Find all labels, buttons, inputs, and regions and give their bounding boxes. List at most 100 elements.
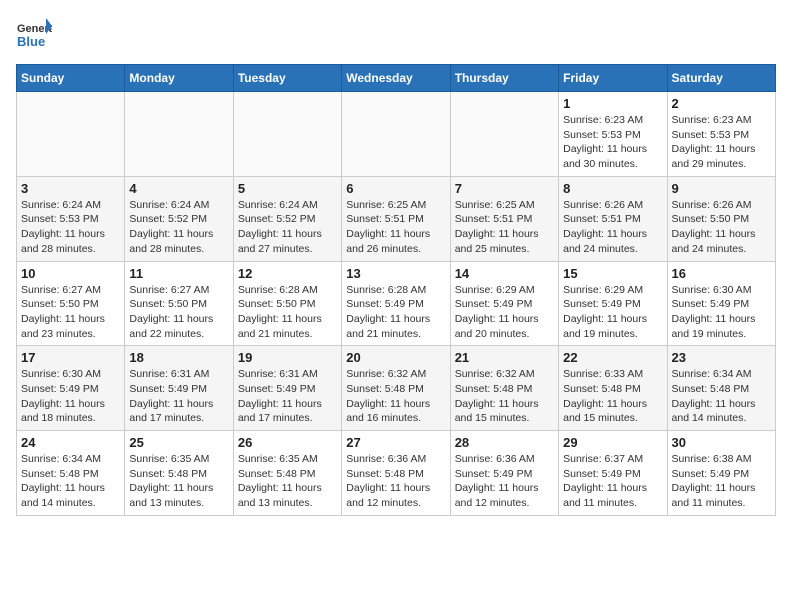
dow-monday: Monday: [125, 65, 233, 92]
day-info: Sunrise: 6:34 AM Sunset: 5:48 PM Dayligh…: [672, 367, 771, 426]
calendar-cell: 5 Sunrise: 6:24 AM Sunset: 5:52 PM Daylig…: [233, 176, 341, 261]
day-number: 8: [563, 181, 662, 196]
calendar-cell: 26 Sunrise: 6:35 AM Sunset: 5:48 PM Dayli…: [233, 431, 341, 516]
day-info: Sunrise: 6:23 AM Sunset: 5:53 PM Dayligh…: [672, 113, 771, 172]
day-number: 22: [563, 350, 662, 365]
day-info: Sunrise: 6:27 AM Sunset: 5:50 PM Dayligh…: [21, 283, 120, 342]
calendar-cell: 13 Sunrise: 6:28 AM Sunset: 5:49 PM Dayli…: [342, 261, 450, 346]
day-number: 2: [672, 96, 771, 111]
day-number: 9: [672, 181, 771, 196]
day-info: Sunrise: 6:30 AM Sunset: 5:49 PM Dayligh…: [672, 283, 771, 342]
day-number: 18: [129, 350, 228, 365]
day-number: 15: [563, 266, 662, 281]
calendar-cell: 28 Sunrise: 6:36 AM Sunset: 5:49 PM Dayli…: [450, 431, 558, 516]
day-info: Sunrise: 6:38 AM Sunset: 5:49 PM Dayligh…: [672, 452, 771, 511]
day-info: Sunrise: 6:25 AM Sunset: 5:51 PM Dayligh…: [346, 198, 445, 257]
calendar-cell: 22 Sunrise: 6:33 AM Sunset: 5:48 PM Dayli…: [559, 346, 667, 431]
day-info: Sunrise: 6:23 AM Sunset: 5:53 PM Dayligh…: [563, 113, 662, 172]
calendar-cell: 24 Sunrise: 6:34 AM Sunset: 5:48 PM Dayli…: [17, 431, 125, 516]
calendar-cell: 14Sunrise: 6:29 AM Sunset: 5:49 PM Dayli…: [450, 261, 558, 346]
day-number: 10: [21, 266, 120, 281]
day-number: 27: [346, 435, 445, 450]
calendar-cell: 17Sunrise: 6:30 AM Sunset: 5:49 PM Dayli…: [17, 346, 125, 431]
svg-text:Blue: Blue: [17, 34, 45, 49]
page-header: General Blue: [16, 16, 776, 52]
day-info: Sunrise: 6:26 AM Sunset: 5:51 PM Dayligh…: [563, 198, 662, 257]
dow-sunday: Sunday: [17, 65, 125, 92]
calendar-cell: 11 Sunrise: 6:27 AM Sunset: 5:50 PM Dayli…: [125, 261, 233, 346]
calendar-cell: 1 Sunrise: 6:23 AM Sunset: 5:53 PM Daylig…: [559, 92, 667, 177]
calendar-cell: 27 Sunrise: 6:36 AM Sunset: 5:48 PM Dayli…: [342, 431, 450, 516]
day-info: Sunrise: 6:35 AM Sunset: 5:48 PM Dayligh…: [129, 452, 228, 511]
calendar-cell: [233, 92, 341, 177]
calendar-cell: 2 Sunrise: 6:23 AM Sunset: 5:53 PM Daylig…: [667, 92, 775, 177]
calendar-cell: 16 Sunrise: 6:30 AM Sunset: 5:49 PM Dayli…: [667, 261, 775, 346]
day-info: Sunrise: 6:24 AM Sunset: 5:52 PM Dayligh…: [238, 198, 337, 257]
day-info: Sunrise: 6:32 AM Sunset: 5:48 PM Dayligh…: [346, 367, 445, 426]
calendar-table: SundayMondayTuesdayWednesdayThursdayFrid…: [16, 64, 776, 516]
day-number: 16: [672, 266, 771, 281]
day-number: 20: [346, 350, 445, 365]
day-number: 13: [346, 266, 445, 281]
day-info: Sunrise: 6:26 AM Sunset: 5:50 PM Dayligh…: [672, 198, 771, 257]
day-info: Sunrise: 6:36 AM Sunset: 5:49 PM Dayligh…: [455, 452, 554, 511]
day-number: 19: [238, 350, 337, 365]
day-info: Sunrise: 6:31 AM Sunset: 5:49 PM Dayligh…: [238, 367, 337, 426]
calendar-cell: 20 Sunrise: 6:32 AM Sunset: 5:48 PM Dayli…: [342, 346, 450, 431]
calendar-cell: 4 Sunrise: 6:24 AM Sunset: 5:52 PM Daylig…: [125, 176, 233, 261]
day-info: Sunrise: 6:24 AM Sunset: 5:53 PM Dayligh…: [21, 198, 120, 257]
day-info: Sunrise: 6:25 AM Sunset: 5:51 PM Dayligh…: [455, 198, 554, 257]
day-number: 3: [21, 181, 120, 196]
day-info: Sunrise: 6:27 AM Sunset: 5:50 PM Dayligh…: [129, 283, 228, 342]
day-number: 7: [455, 181, 554, 196]
day-number: 5: [238, 181, 337, 196]
day-number: 23: [672, 350, 771, 365]
day-number: 25: [129, 435, 228, 450]
calendar-cell: 29 Sunrise: 6:37 AM Sunset: 5:49 PM Dayli…: [559, 431, 667, 516]
dow-friday: Friday: [559, 65, 667, 92]
dow-saturday: Saturday: [667, 65, 775, 92]
day-info: Sunrise: 6:37 AM Sunset: 5:49 PM Dayligh…: [563, 452, 662, 511]
calendar-cell: 30 Sunrise: 6:38 AM Sunset: 5:49 PM Dayli…: [667, 431, 775, 516]
day-info: Sunrise: 6:30 AM Sunset: 5:49 PM Dayligh…: [21, 367, 120, 426]
calendar-cell: [17, 92, 125, 177]
day-info: Sunrise: 6:28 AM Sunset: 5:50 PM Dayligh…: [238, 283, 337, 342]
day-info: Sunrise: 6:29 AM Sunset: 5:49 PM Dayligh…: [563, 283, 662, 342]
calendar-cell: 10 Sunrise: 6:27 AM Sunset: 5:50 PM Dayli…: [17, 261, 125, 346]
day-number: 14: [455, 266, 554, 281]
calendar-cell: 9 Sunrise: 6:26 AM Sunset: 5:50 PM Daylig…: [667, 176, 775, 261]
dow-wednesday: Wednesday: [342, 65, 450, 92]
day-info: Sunrise: 6:35 AM Sunset: 5:48 PM Dayligh…: [238, 452, 337, 511]
dow-tuesday: Tuesday: [233, 65, 341, 92]
day-number: 4: [129, 181, 228, 196]
calendar-cell: 15 Sunrise: 6:29 AM Sunset: 5:49 PM Dayli…: [559, 261, 667, 346]
day-info: Sunrise: 6:32 AM Sunset: 5:48 PM Dayligh…: [455, 367, 554, 426]
calendar-cell: 19 Sunrise: 6:31 AM Sunset: 5:49 PM Dayli…: [233, 346, 341, 431]
day-info: Sunrise: 6:33 AM Sunset: 5:48 PM Dayligh…: [563, 367, 662, 426]
calendar-cell: 21Sunrise: 6:32 AM Sunset: 5:48 PM Dayli…: [450, 346, 558, 431]
calendar-cell: 6 Sunrise: 6:25 AM Sunset: 5:51 PM Daylig…: [342, 176, 450, 261]
day-info: Sunrise: 6:34 AM Sunset: 5:48 PM Dayligh…: [21, 452, 120, 511]
day-number: 11: [129, 266, 228, 281]
day-number: 24: [21, 435, 120, 450]
day-number: 29: [563, 435, 662, 450]
day-info: Sunrise: 6:24 AM Sunset: 5:52 PM Dayligh…: [129, 198, 228, 257]
day-number: 26: [238, 435, 337, 450]
logo: General Blue: [16, 16, 52, 52]
day-number: 1: [563, 96, 662, 111]
calendar-cell: [450, 92, 558, 177]
day-info: Sunrise: 6:31 AM Sunset: 5:49 PM Dayligh…: [129, 367, 228, 426]
day-info: Sunrise: 6:36 AM Sunset: 5:48 PM Dayligh…: [346, 452, 445, 511]
logo-svg: General Blue: [16, 16, 52, 52]
calendar-cell: 23 Sunrise: 6:34 AM Sunset: 5:48 PM Dayli…: [667, 346, 775, 431]
day-number: 6: [346, 181, 445, 196]
day-number: 28: [455, 435, 554, 450]
day-number: 30: [672, 435, 771, 450]
calendar-cell: 12Sunrise: 6:28 AM Sunset: 5:50 PM Dayli…: [233, 261, 341, 346]
dow-thursday: Thursday: [450, 65, 558, 92]
calendar-cell: 25 Sunrise: 6:35 AM Sunset: 5:48 PM Dayli…: [125, 431, 233, 516]
day-info: Sunrise: 6:28 AM Sunset: 5:49 PM Dayligh…: [346, 283, 445, 342]
calendar-cell: 18 Sunrise: 6:31 AM Sunset: 5:49 PM Dayli…: [125, 346, 233, 431]
calendar-cell: [342, 92, 450, 177]
calendar-cell: 3 Sunrise: 6:24 AM Sunset: 5:53 PM Daylig…: [17, 176, 125, 261]
